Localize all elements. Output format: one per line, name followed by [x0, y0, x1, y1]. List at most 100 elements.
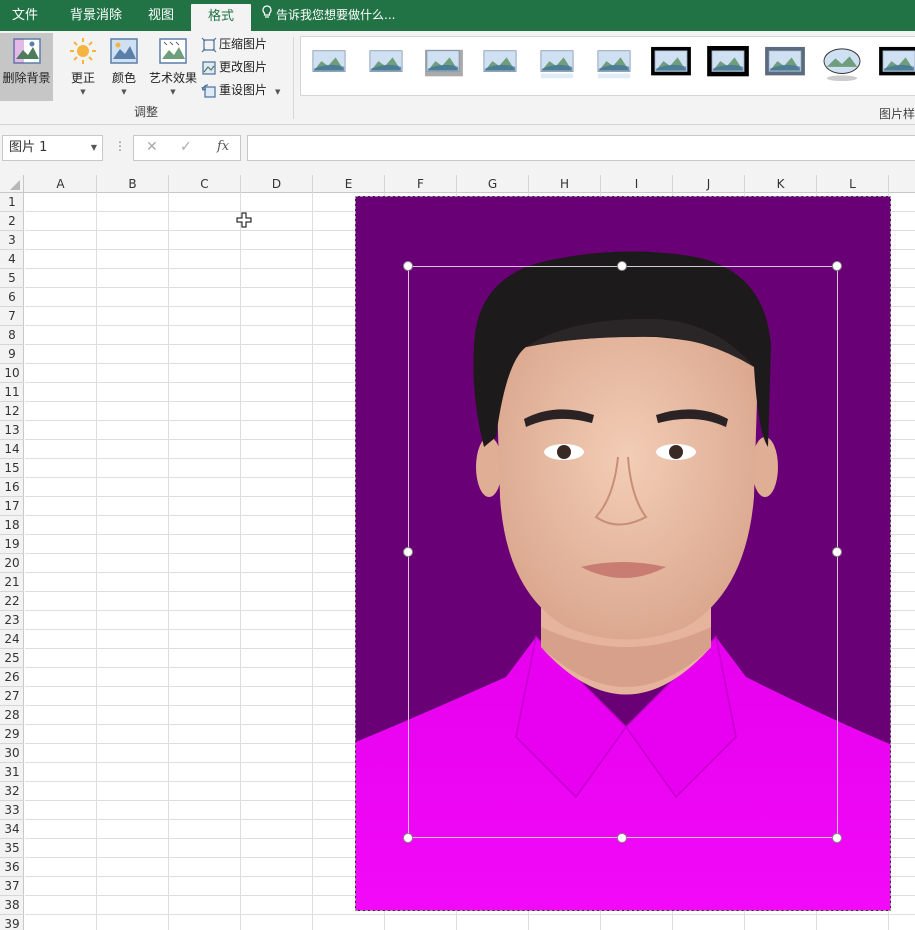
row-header-19[interactable]: 19 [0, 535, 24, 554]
formula-input[interactable] [247, 135, 915, 161]
picture-style-11[interactable] [877, 46, 915, 82]
row-header-7[interactable]: 7 [0, 307, 24, 326]
row-header-12[interactable]: 12 [0, 402, 24, 421]
row-header-24[interactable]: 24 [0, 630, 24, 649]
row-header-35[interactable]: 35 [0, 839, 24, 858]
row-header-20[interactable]: 20 [0, 554, 24, 573]
lightbulb-icon [262, 0, 272, 31]
row-header-5[interactable]: 5 [0, 269, 24, 288]
column-header-d[interactable]: D [241, 175, 313, 193]
compress-icon [201, 37, 217, 52]
select-all-corner[interactable] [0, 175, 24, 193]
row-header-13[interactable]: 13 [0, 421, 24, 440]
tab-format[interactable]: 格式 [191, 4, 251, 31]
resize-handle-bottom-right[interactable] [832, 833, 842, 843]
row-header-22[interactable]: 22 [0, 592, 24, 611]
picture-style-2[interactable] [364, 46, 408, 82]
column-header-c[interactable]: C [169, 175, 241, 193]
compress-pictures-button[interactable]: 压缩图片 [201, 34, 267, 54]
row-header-9[interactable]: 9 [0, 345, 24, 364]
row-header-16[interactable]: 16 [0, 478, 24, 497]
picture-style-7[interactable] [649, 46, 693, 82]
row-header-8[interactable]: 8 [0, 326, 24, 345]
cell-cursor-icon [236, 212, 252, 228]
column-header-i[interactable]: I [601, 175, 673, 193]
resize-handle-top[interactable] [617, 261, 627, 271]
picture-style-10[interactable] [820, 46, 864, 82]
row-header-11[interactable]: 11 [0, 383, 24, 402]
artistic-effects-button[interactable]: 艺术效果 ▼ [146, 33, 200, 101]
row-header-32[interactable]: 32 [0, 782, 24, 801]
resize-handle-bottom[interactable] [617, 833, 627, 843]
picture-style-9[interactable] [763, 46, 807, 82]
row-headers: 1 2 3 4 5 6 7 8 9 10 11 12 13 14 15 16 17 18 19 20 21 22 23 24 2… [0, 193, 24, 930]
resize-handle-top-right[interactable] [832, 261, 842, 271]
row-header-27[interactable]: 27 [0, 687, 24, 706]
column-header-a[interactable]: A [25, 175, 97, 193]
column-header-j[interactable]: J [673, 175, 745, 193]
row-header-25[interactable]: 25 [0, 649, 24, 668]
resize-handle-bottom-left[interactable] [403, 833, 413, 843]
column-header-e[interactable]: E [313, 175, 385, 193]
picture-crop-frame[interactable] [408, 266, 838, 838]
row-header-18[interactable]: 18 [0, 516, 24, 535]
remove-background-button[interactable]: 删除背景 [0, 33, 53, 101]
row-header-26[interactable]: 26 [0, 668, 24, 687]
row-header-29[interactable]: 29 [0, 725, 24, 744]
row-header-36[interactable]: 36 [0, 858, 24, 877]
cancel-icon[interactable]: ✕ [146, 139, 158, 155]
row-header-34[interactable]: 34 [0, 820, 24, 839]
row-header-21[interactable]: 21 [0, 573, 24, 592]
column-header-g[interactable]: G [457, 175, 529, 193]
row-header-15[interactable]: 15 [0, 459, 24, 478]
row-header-10[interactable]: 10 [0, 364, 24, 383]
tell-me-search[interactable]: 告诉我您想要做什么... [262, 0, 395, 31]
compress-label: 压缩图片 [219, 37, 268, 51]
picture-styles-gallery [300, 36, 915, 96]
tab-file[interactable]: 文件 [0, 0, 50, 31]
artistic-effects-label: 艺术效果 [148, 71, 197, 85]
row-header-4[interactable]: 4 [0, 250, 24, 269]
row-header-2[interactable]: 2 [0, 212, 24, 231]
row-header-14[interactable]: 14 [0, 440, 24, 459]
column-header-b[interactable]: B [97, 175, 169, 193]
picture-style-3[interactable] [421, 46, 465, 82]
row-header-39[interactable]: 39 [0, 915, 24, 930]
row-header-23[interactable]: 23 [0, 611, 24, 630]
row-header-30[interactable]: 30 [0, 744, 24, 763]
insert-function-icon[interactable]: fx [217, 139, 229, 154]
row-header-37[interactable]: 37 [0, 877, 24, 896]
change-picture-button[interactable]: 更改图片 [201, 57, 267, 77]
row-header-6[interactable]: 6 [0, 288, 24, 307]
remove-background-icon [12, 38, 41, 64]
tab-background-removal[interactable]: 背景消除 [58, 0, 134, 31]
resize-handle-left[interactable] [403, 547, 413, 557]
row-header-3[interactable]: 3 [0, 231, 24, 250]
picture-style-6[interactable] [592, 46, 636, 82]
tell-me-text: 告诉我您想要做什么... [276, 8, 396, 22]
resize-handle-top-left[interactable] [403, 261, 413, 271]
adjust-group-label: 调整 [133, 105, 158, 119]
row-header-17[interactable]: 17 [0, 497, 24, 516]
row-header-31[interactable]: 31 [0, 763, 24, 782]
enter-icon[interactable]: ✓ [180, 139, 192, 155]
row-header-33[interactable]: 33 [0, 801, 24, 820]
name-box[interactable]: 图片 1 ▼ [2, 135, 103, 161]
picture-style-4[interactable] [478, 46, 522, 82]
resize-handle-right[interactable] [832, 547, 842, 557]
column-header-l[interactable]: L [817, 175, 889, 193]
picture-style-5[interactable] [535, 46, 579, 82]
column-header-f[interactable]: F [385, 175, 457, 193]
color-button[interactable]: 颜色 ▼ [101, 33, 147, 101]
picture-style-1[interactable] [307, 46, 351, 82]
row-header-38[interactable]: 38 [0, 896, 24, 915]
row-header-28[interactable]: 28 [0, 706, 24, 725]
picture-style-8[interactable] [706, 46, 750, 82]
picture-color-icon [110, 38, 138, 64]
column-header-h[interactable]: H [529, 175, 601, 193]
column-header-k[interactable]: K [745, 175, 817, 193]
tab-view[interactable]: 视图 [138, 0, 184, 31]
chevron-down-icon: ▼ [121, 88, 127, 96]
row-header-1[interactable]: 1 [0, 193, 24, 212]
reset-picture-button[interactable]: 重设图片 ▼ [201, 80, 280, 100]
